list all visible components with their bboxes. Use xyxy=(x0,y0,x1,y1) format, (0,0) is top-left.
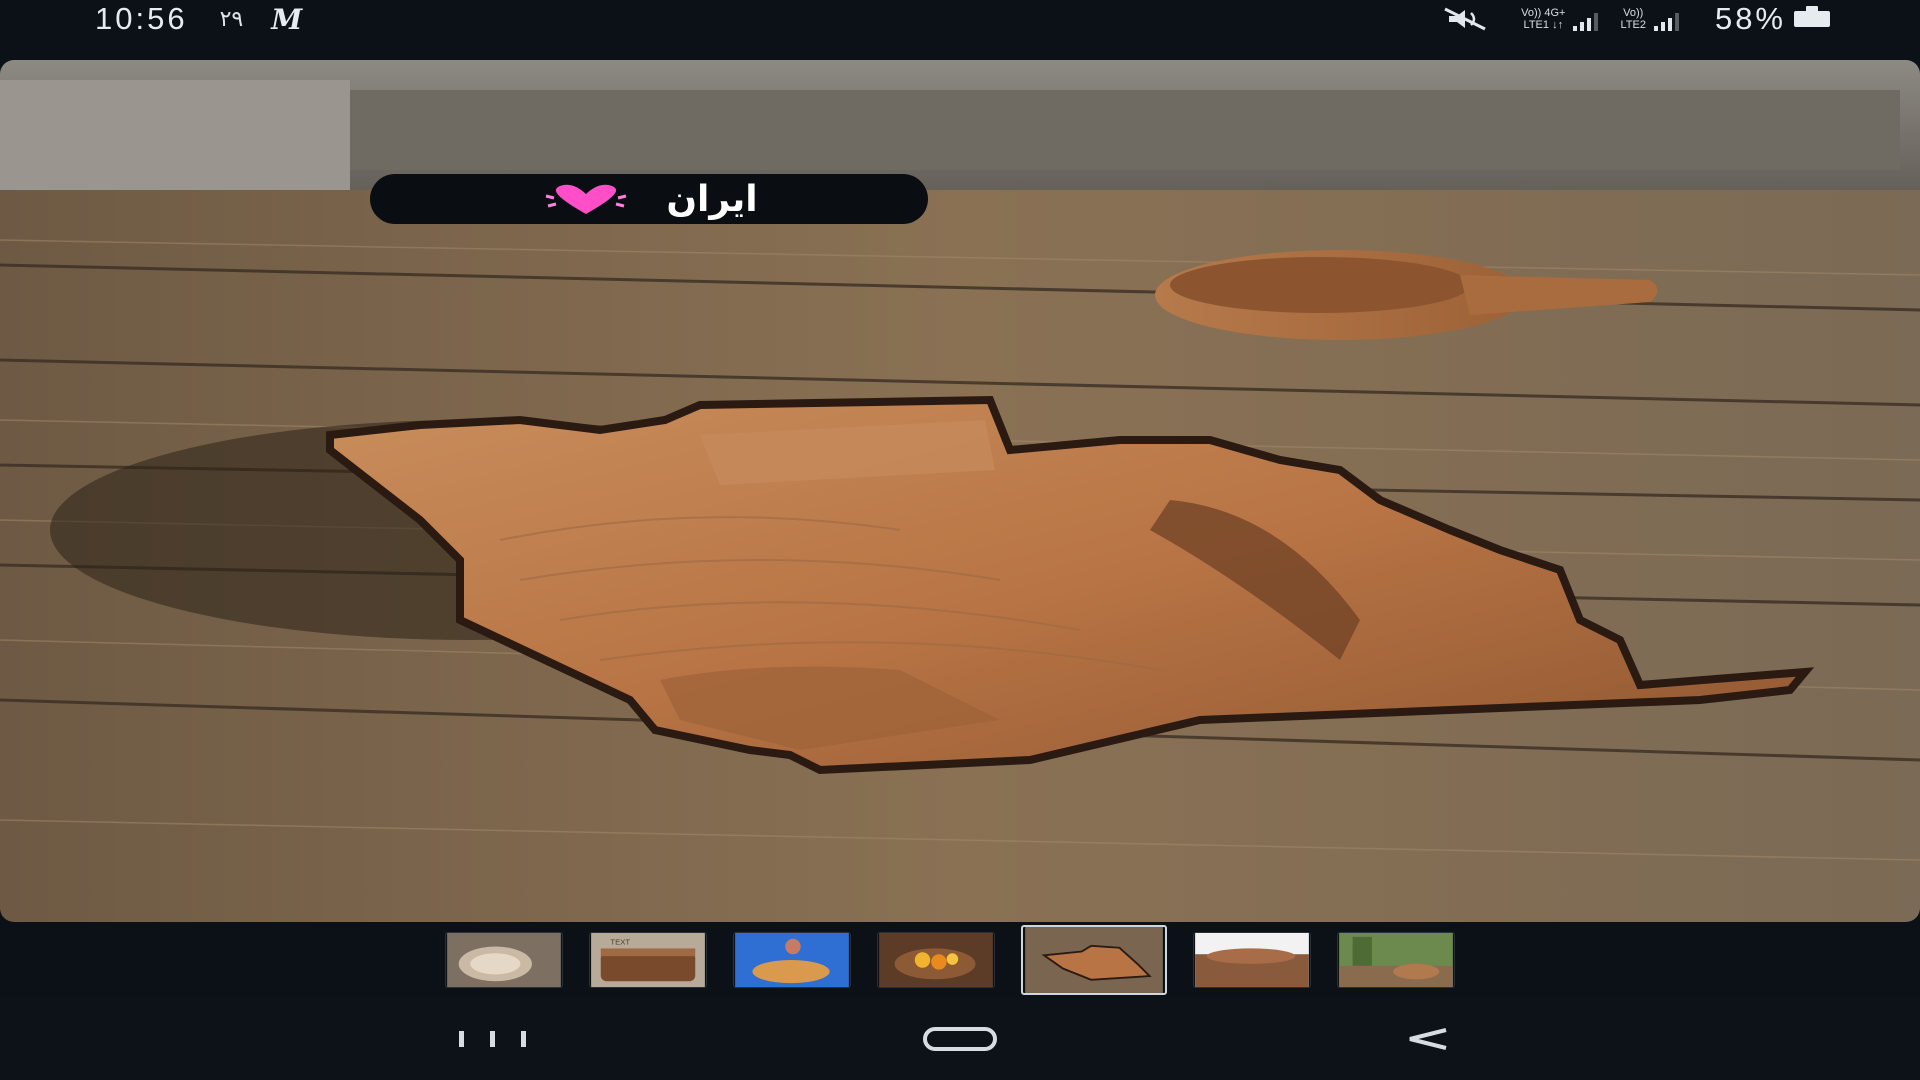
svg-text:TEXT: TEXT xyxy=(610,938,630,947)
sim2-network-label: Vo)) xyxy=(1623,7,1644,19)
home-button[interactable] xyxy=(900,1004,1020,1074)
mute-icon xyxy=(1444,7,1486,31)
wooden-bowl-photo xyxy=(0,60,1920,922)
thumbnail-strip: TEXT xyxy=(0,922,1920,998)
signal-icon xyxy=(1573,13,1599,31)
battery-icon xyxy=(1794,6,1830,27)
sim2-status: Vo)) LTE2 xyxy=(1620,7,1679,31)
pink-heart-icon xyxy=(545,184,627,214)
navigation-bar xyxy=(0,998,1920,1080)
back-button[interactable] xyxy=(1367,1004,1487,1074)
back-icon xyxy=(1409,1028,1447,1050)
thumbnail-6[interactable] xyxy=(1193,932,1311,988)
battery-percent: 58% xyxy=(1714,1,1786,36)
sim2-lte-label: LTE2 xyxy=(1620,19,1646,31)
status-right: Vo)) 4G+ LTE1 ↓↑ Vo)) LTE2 58% xyxy=(1441,1,1830,37)
thumbnail-1[interactable] xyxy=(445,932,563,988)
story-viewer-screen: 10:56 ۲۹ M Vo)) 4G+ LTE1 ↓↑ Vo)) LTE2 58… xyxy=(0,0,1920,1080)
location-sticker[interactable]: ایران xyxy=(370,174,928,224)
app-logo-icon: M xyxy=(271,2,303,36)
thumbnail-3[interactable] xyxy=(733,932,851,988)
thumbnail-7[interactable] xyxy=(1337,932,1455,988)
sticker-location-text: ایران xyxy=(666,178,758,220)
status-date: ۲۹ xyxy=(219,6,244,31)
status-bar: 10:56 ۲۹ M Vo)) 4G+ LTE1 ↓↑ Vo)) LTE2 58… xyxy=(0,0,1920,38)
story-photo[interactable]: ایران xyxy=(0,60,1920,922)
thumbnail-5-selected[interactable] xyxy=(1021,925,1167,995)
home-icon xyxy=(922,1027,997,1051)
sim1-status: Vo)) 4G+ LTE1 ↓↑ xyxy=(1521,7,1599,31)
sim1-network-label: Vo)) 4G+ xyxy=(1521,7,1566,19)
status-time: 10:56 xyxy=(95,1,188,36)
status-left: 10:56 ۲۹ M xyxy=(95,1,302,37)
thumbnail-2[interactable]: TEXT xyxy=(589,932,707,988)
recent-apps-icon xyxy=(459,1031,527,1047)
signal-icon xyxy=(1653,13,1679,31)
sim1-lte-label: LTE1 ↓↑ xyxy=(1523,19,1564,31)
thumbnail-4[interactable] xyxy=(877,932,995,988)
recent-apps-button[interactable] xyxy=(433,1004,553,1074)
